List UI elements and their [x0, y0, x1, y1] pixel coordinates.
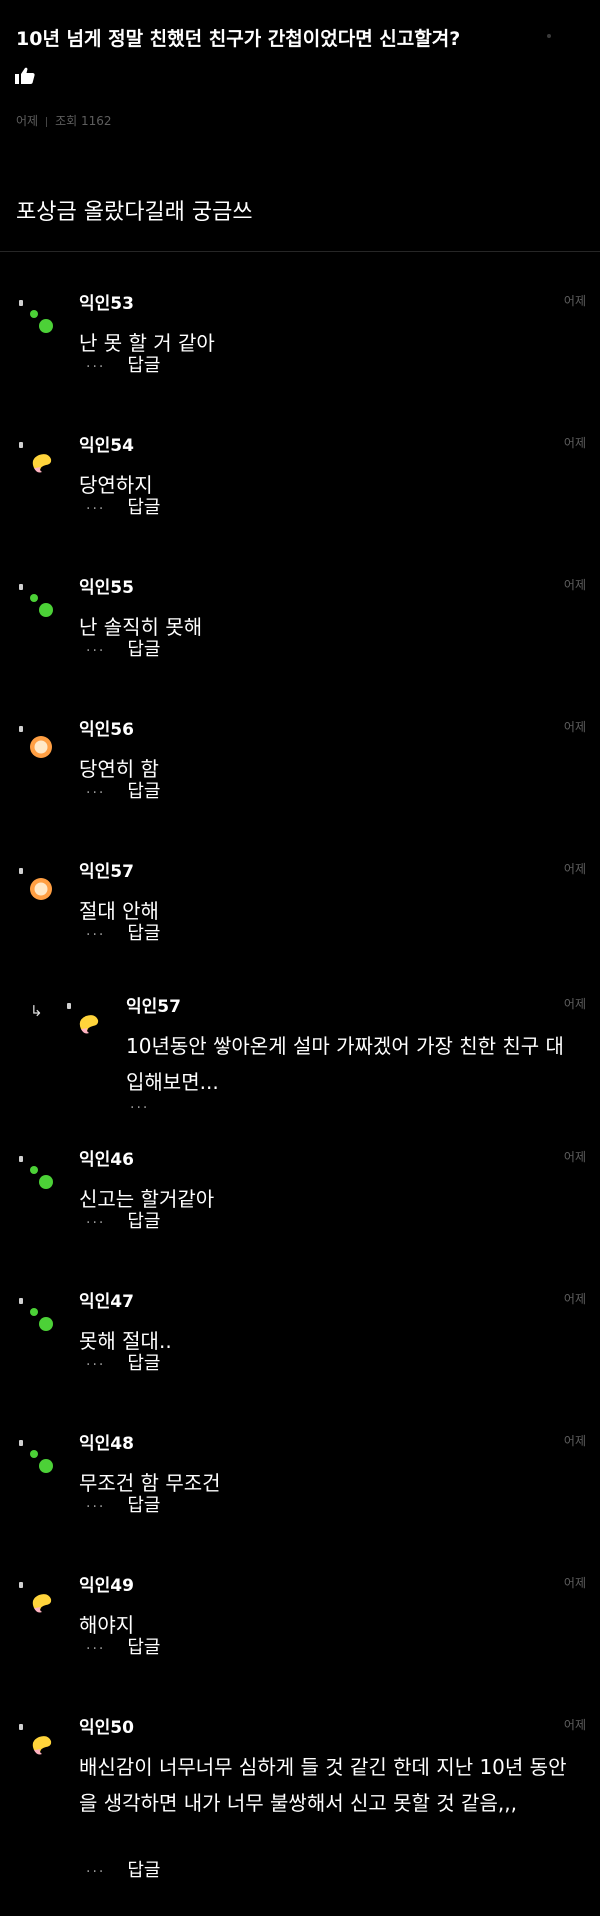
yellow-pink-blob-icon	[79, 1015, 99, 1034]
comment-actions: ··· 답글	[86, 777, 160, 803]
view-count: 조회 1162	[55, 114, 112, 128]
green-dots-icon	[30, 1308, 53, 1331]
comment-actions: ··· 답글	[86, 493, 160, 519]
comment-time: 어제	[563, 720, 586, 734]
reply-comment: ↳ 익인57 어제 10년동안 쌓아온게 설마 가짜겠어 가장 친한 친구 대입해보면…	[0, 992, 600, 1136]
comment-time: 어제	[563, 1434, 586, 1448]
comment-time: 어제	[563, 578, 586, 592]
comment-actions: ··· 답글	[86, 1207, 160, 1233]
comment-text: 10년동안 쌓아온게 설마 가짜겠어 가장 친한 친구 대입해보면...	[126, 1034, 564, 1094]
comment-actions: ··· 답글	[86, 1856, 160, 1882]
green-dots-icon	[30, 594, 53, 617]
yellow-pink-blob-icon	[32, 1594, 52, 1613]
reply-button[interactable]: 답글	[127, 1637, 160, 1658]
comment-nickname[interactable]: 익인57	[79, 857, 134, 882]
more-options-button[interactable]: ···	[86, 1864, 105, 1880]
thumbs-up-icon[interactable]	[14, 66, 36, 86]
comment-actions: ··· 답글	[86, 635, 160, 661]
comment-nickname[interactable]: 익인54	[79, 431, 134, 456]
reply-button[interactable]: 답글	[127, 923, 160, 944]
comment-marker-icon	[19, 1440, 23, 1446]
comment-text: 배신감이 너무너무 심하게 들 것 같긴 한데 지난 10년 동안을 생각하면 …	[79, 1755, 567, 1815]
comment-nickname[interactable]: 익인46	[79, 1145, 134, 1170]
comment-marker-icon	[19, 726, 23, 732]
comment-nickname[interactable]: 익인50	[79, 1713, 134, 1738]
comment-nickname[interactable]: 익인56	[79, 715, 134, 740]
comment-nickname[interactable]: 익인57	[126, 992, 181, 1017]
more-options-button[interactable]: ···	[86, 359, 105, 375]
comment-actions: ··· 답글	[86, 1491, 160, 1517]
reply-button[interactable]: 답글	[127, 1353, 160, 1374]
comment-marker-icon	[19, 1724, 23, 1730]
comment-time: 어제	[563, 862, 586, 876]
comment-actions: ··· 답글	[86, 351, 160, 377]
comment-nickname[interactable]: 익인47	[79, 1287, 134, 1312]
yellow-pink-blob-icon	[32, 454, 52, 473]
post-meta: 어제 조회 1162	[16, 112, 112, 129]
meta-divider	[46, 116, 48, 127]
orange-circle-icon	[30, 736, 52, 758]
comment-item: 익인49 어제 해야지 ··· 답글	[0, 1571, 600, 1673]
comment-marker-icon	[19, 1582, 23, 1588]
more-options-button[interactable]: ···	[86, 643, 105, 659]
more-options-button[interactable]: ···	[86, 1499, 105, 1515]
comment-item: 익인50 어제배신감이 너무너무 심하게 들 것 같긴 한데 지난 10년 동안을…	[0, 1713, 600, 1896]
reply-button[interactable]: 답글	[127, 781, 160, 802]
comment-item: 익인47 어제 못해 절대.. ··· 답글	[0, 1287, 600, 1389]
post-title: 10년 넘게 정말 친했던 친구가 간첩이었다면 신고할겨?	[16, 28, 461, 50]
green-dots-icon	[30, 1450, 53, 1473]
green-dots-icon	[30, 1166, 53, 1189]
comment-time: 어제	[563, 1292, 586, 1306]
comment-item: 익인56 어제 당연히 함 ··· 답글	[0, 715, 600, 817]
more-options-button[interactable]: ···	[86, 927, 105, 943]
comment-marker-icon	[19, 584, 23, 590]
comment-actions: ···	[130, 1096, 171, 1117]
more-options-button[interactable]: ···	[86, 1215, 105, 1231]
reply-button[interactable]: 답글	[127, 1495, 160, 1516]
reply-button[interactable]: 답글	[127, 355, 160, 376]
orange-circle-icon	[30, 878, 52, 900]
comment-marker-icon	[19, 1298, 23, 1304]
comment-time: 어제	[563, 1718, 586, 1732]
post-body: 포상금 올랐다길래 궁금쓰	[16, 200, 253, 225]
post-time: 어제	[16, 114, 39, 128]
comment-item: 익인46 어제 신고는 할거같아 ··· 답글	[0, 1145, 600, 1247]
comment-nickname[interactable]: 익인55	[79, 573, 134, 598]
comment-time: 어제	[563, 294, 586, 308]
comment-marker-icon	[67, 1003, 71, 1009]
more-options-button[interactable]: ···	[86, 785, 105, 801]
more-options-button[interactable]: ···	[86, 1357, 105, 1373]
comment-time: 어제	[563, 997, 586, 1011]
dot-icon	[547, 34, 551, 38]
reply-button[interactable]: 답글	[127, 1211, 160, 1232]
comment-marker-icon	[19, 1156, 23, 1162]
comment-item: 익인48 어제 무조건 함 무조건 ··· 답글	[0, 1429, 600, 1531]
green-dots-icon	[30, 310, 53, 333]
comment-item: 익인55 어제 난 솔직히 못해 ··· 답글	[0, 573, 600, 675]
comment-actions: ··· 답글	[86, 919, 160, 945]
comment-item: 익인53 어제 난 못 할 거 같아 ··· 답글	[0, 289, 600, 391]
more-options-button[interactable]: ···	[86, 501, 105, 517]
reply-button[interactable]: 답글	[127, 497, 160, 518]
comment-actions: ··· 답글	[86, 1349, 160, 1375]
comment-time: 어제	[563, 436, 586, 450]
comment-time: 어제	[563, 1150, 586, 1164]
comment-actions: ··· 답글	[86, 1633, 160, 1659]
more-options-button[interactable]: ···	[130, 1100, 149, 1116]
more-options-button[interactable]: ···	[86, 1641, 105, 1657]
comment-nickname[interactable]: 익인48	[79, 1429, 134, 1454]
reply-button[interactable]: 답글	[127, 1860, 160, 1881]
comment-marker-icon	[19, 868, 23, 874]
comment-nickname[interactable]: 익인49	[79, 1571, 134, 1596]
comment-item: 익인54 어제 당연하지 ··· 답글	[0, 431, 600, 533]
yellow-pink-blob-icon	[32, 1736, 52, 1755]
section-divider	[0, 251, 600, 252]
comment-item: 익인57 어제 절대 안해 ··· 답글	[0, 857, 600, 959]
comment-marker-icon	[19, 300, 23, 306]
reply-arrow-icon: ↳	[30, 1002, 43, 1020]
comment-nickname[interactable]: 익인53	[79, 289, 134, 314]
reply-button[interactable]: 답글	[127, 639, 160, 660]
comment-marker-icon	[19, 442, 23, 448]
comment-time: 어제	[563, 1576, 586, 1590]
